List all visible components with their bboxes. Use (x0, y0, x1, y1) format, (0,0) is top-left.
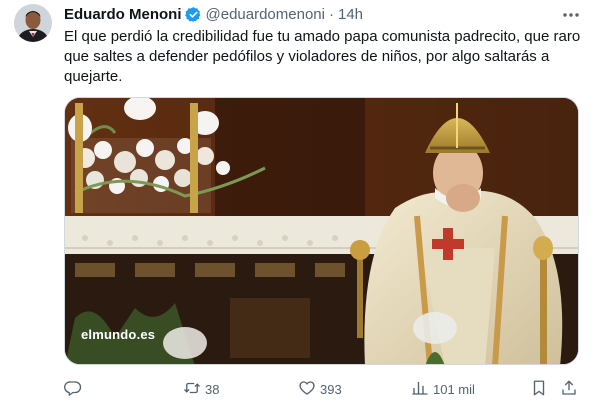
heart-icon (298, 379, 316, 400)
more-options-button[interactable] (560, 6, 582, 22)
tweet-header: Eduardo Menoni @eduardomenoni · 14h (64, 4, 363, 24)
tweet-card[interactable]: Eduardo Menoni @eduardomenoni · 14h El q… (0, 0, 596, 410)
reply-button[interactable] (64, 378, 82, 400)
timestamp[interactable]: 14h (338, 6, 363, 23)
share-button[interactable] (560, 378, 578, 400)
author-handle[interactable]: @eduardomenoni (206, 6, 325, 23)
reply-icon (64, 379, 82, 400)
tweet-media-image[interactable]: elmundo.es (64, 97, 579, 365)
tweet-text: El que perdió la credibilidad fue tu ama… (64, 28, 581, 85)
verified-badge-icon (184, 6, 202, 23)
tweet-actions: 38 393 101 mil (64, 378, 584, 400)
avatar[interactable] (14, 4, 52, 42)
separator-dot: · (328, 5, 334, 23)
more-options-icon (562, 5, 580, 23)
media-watermark: elmundo.es (81, 327, 156, 342)
like-button[interactable]: 393 (298, 378, 342, 400)
like-count: 393 (320, 381, 342, 397)
share-icon (560, 379, 578, 400)
views-button[interactable]: 101 mil (411, 378, 475, 400)
bookmark-icon (530, 379, 548, 400)
bookmark-button[interactable] (530, 378, 548, 400)
views-count: 101 mil (433, 381, 475, 397)
retweet-button[interactable]: 38 (183, 378, 219, 400)
retweet-icon (183, 379, 201, 400)
views-chart-icon (411, 379, 429, 400)
retweet-count: 38 (205, 381, 220, 397)
author-name[interactable]: Eduardo Menoni (64, 6, 182, 23)
